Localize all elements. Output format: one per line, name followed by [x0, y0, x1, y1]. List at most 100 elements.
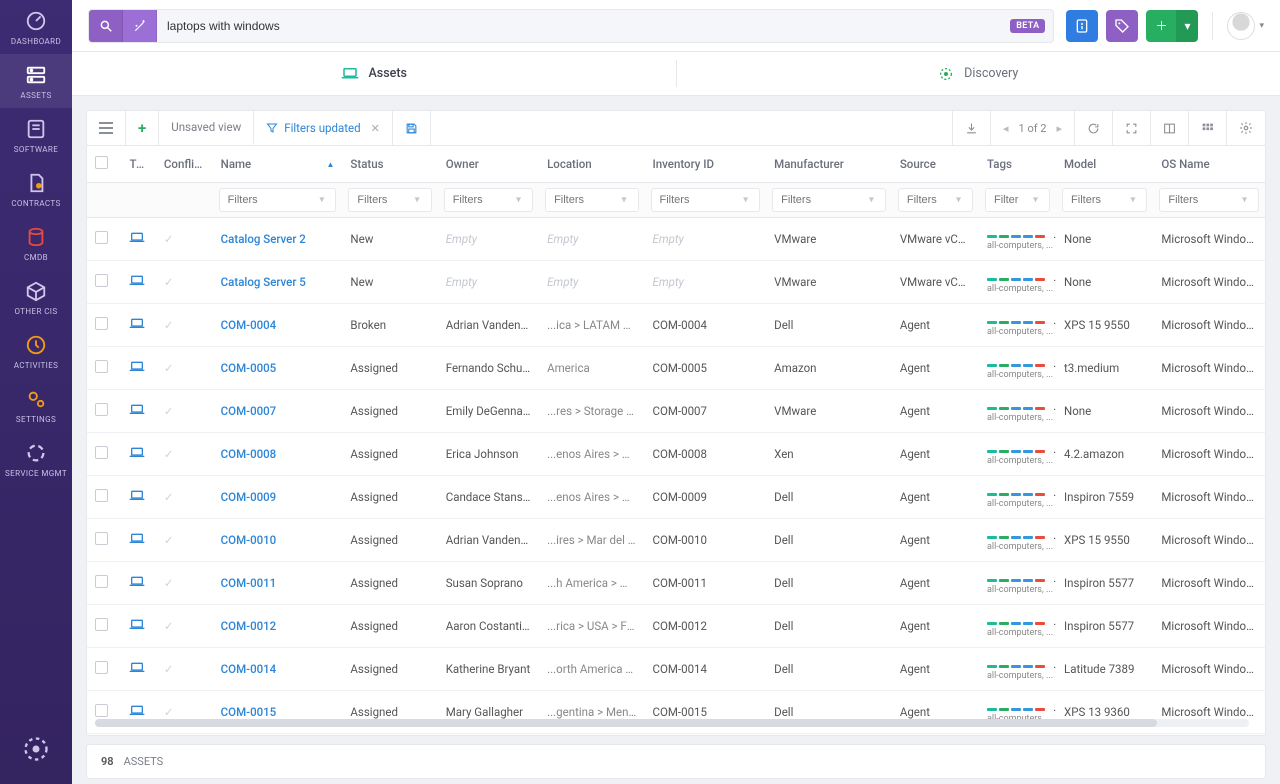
asset-name-link[interactable]: COM-0010: [221, 533, 277, 547]
laptop-icon: [129, 276, 145, 290]
cell-os: Microsoft Windows ...: [1153, 605, 1265, 648]
asset-name-link[interactable]: COM-0015: [221, 705, 277, 719]
horizontal-scrollbar[interactable]: [95, 719, 1249, 729]
search-input[interactable]: [157, 19, 1010, 33]
row-checkbox[interactable]: [95, 532, 108, 545]
cell-source: VMware vCent...: [892, 218, 979, 261]
hamburger-button[interactable]: [87, 111, 126, 145]
asset-name-link[interactable]: COM-0011: [221, 576, 277, 590]
pager-next[interactable]: ▸: [1056, 122, 1062, 135]
table-row[interactable]: ✓COM-0008AssignedErica Johnson...enos Ai…: [87, 433, 1265, 476]
cell-owner: Adrian Vandenberg: [438, 519, 539, 562]
row-checkbox[interactable]: [95, 360, 108, 373]
col-tags[interactable]: Tags: [979, 146, 1056, 183]
table-row[interactable]: ✓COM-0005AssignedFernando SchultzAmerica…: [87, 347, 1265, 390]
sidebar-item-contracts[interactable]: CONTRACTS: [0, 162, 72, 216]
table-row[interactable]: ✓COM-0010AssignedAdrian Vandenberg...ire…: [87, 519, 1265, 562]
pager-text: 1 of 2: [1019, 122, 1047, 135]
col-name[interactable]: Name▲: [213, 146, 343, 183]
col-status[interactable]: Status: [342, 146, 437, 183]
add-view-button[interactable]: +: [126, 111, 159, 145]
table-row[interactable]: ✓COM-0009AssignedCandace Stansell...enos…: [87, 476, 1265, 519]
row-checkbox[interactable]: [95, 403, 108, 416]
cell-location: ...res > Storage Room: [539, 390, 644, 433]
row-checkbox[interactable]: [95, 274, 108, 287]
table-row[interactable]: ✓COM-0014AssignedKatherine Bryant...orth…: [87, 648, 1265, 691]
save-view-button[interactable]: [393, 111, 431, 145]
asset-name-link[interactable]: COM-0005: [221, 361, 277, 375]
asset-name-link[interactable]: Catalog Server 2: [221, 232, 306, 246]
table-row[interactable]: ✓COM-0011AssignedSusan Soprano...h Ameri…: [87, 562, 1265, 605]
settings-button[interactable]: [1227, 111, 1265, 145]
laptop-icon: [129, 620, 145, 634]
row-checkbox[interactable]: [95, 489, 108, 502]
col-owner[interactable]: Owner: [438, 146, 539, 183]
tag-button[interactable]: [1106, 10, 1138, 42]
row-checkbox[interactable]: [95, 317, 108, 330]
sidebar-item-assets[interactable]: ASSETS: [0, 54, 72, 108]
grid-button[interactable]: [1189, 111, 1227, 145]
magic-wand-icon[interactable]: [123, 9, 157, 43]
subtabs: Assets Discovery: [72, 52, 1280, 96]
sidebar-item-software[interactable]: SOFTWARE: [0, 108, 72, 162]
row-checkbox[interactable]: [95, 618, 108, 631]
sidebar-item-cmdb[interactable]: CMDB: [0, 216, 72, 270]
col-os[interactable]: OS Name: [1153, 146, 1265, 183]
asset-name-link[interactable]: COM-0007: [221, 404, 277, 418]
info-button[interactable]: [1066, 10, 1098, 42]
col-type[interactable]: Type: [121, 146, 155, 183]
cell-model: None: [1056, 390, 1153, 433]
unsaved-view-tab[interactable]: Unsaved view: [159, 111, 254, 145]
table-row[interactable]: ✓COM-0007AssignedEmily DeGennaro...res >…: [87, 390, 1265, 433]
columns-button[interactable]: [1151, 111, 1189, 145]
table-row[interactable]: ✓Catalog Server 2NewEmptyEmptyEmptyVMwar…: [87, 218, 1265, 261]
filter-tags[interactable]: [985, 188, 1050, 212]
check-icon: ✓: [164, 447, 174, 461]
cell-inventory: Empty: [645, 261, 767, 304]
sidebar-item-activities[interactable]: ACTIVITIES: [0, 324, 72, 378]
asset-name-link[interactable]: COM-0009: [221, 490, 277, 504]
col-conflicts[interactable]: Conflicts: [156, 146, 213, 183]
laptop-icon: [129, 706, 145, 720]
asset-name-link[interactable]: COM-0008: [221, 447, 277, 461]
sidebar-item-dashboard[interactable]: DASHBOARD: [0, 0, 72, 54]
cell-source: Agent: [892, 605, 979, 648]
col-location[interactable]: Location: [539, 146, 644, 183]
row-checkbox[interactable]: [95, 231, 108, 244]
col-source[interactable]: Source: [892, 146, 979, 183]
asset-name-link[interactable]: COM-0014: [221, 662, 277, 676]
user-menu[interactable]: ▾: [1227, 12, 1264, 40]
download-button[interactable]: [953, 111, 991, 145]
row-checkbox[interactable]: [95, 704, 108, 717]
cell-owner: Empty: [438, 218, 539, 261]
col-model[interactable]: Model: [1056, 146, 1153, 183]
row-checkbox[interactable]: [95, 575, 108, 588]
add-button[interactable]: ＋ ▾: [1146, 10, 1198, 42]
fullscreen-button[interactable]: [1113, 111, 1151, 145]
tab-assets[interactable]: Assets: [72, 52, 676, 95]
sidebar-item-service-mgmt[interactable]: SERVICE MGMT: [0, 432, 72, 486]
search-icon[interactable]: [89, 9, 123, 43]
row-checkbox[interactable]: [95, 661, 108, 674]
tab-discovery[interactable]: Discovery: [677, 52, 1280, 95]
table-row[interactable]: ✓Catalog Server 5NewEmptyEmptyEmptyVMwar…: [87, 261, 1265, 304]
col-checkbox[interactable]: [87, 146, 121, 183]
asset-name-link[interactable]: COM-0012: [221, 619, 277, 633]
filter-source[interactable]: [898, 188, 973, 212]
table-row[interactable]: ✓COM-0016AssignedAnnette Mercier...e > U…: [87, 734, 1265, 737]
col-manufacturer[interactable]: Manufacturer: [766, 146, 892, 183]
asset-name-link[interactable]: COM-0004: [221, 318, 277, 332]
table-row[interactable]: ✓COM-0012AssignedAaron Costantino...rica…: [87, 605, 1265, 648]
filters-updated-tab[interactable]: Filters updated ✕: [254, 111, 393, 145]
col-inventory[interactable]: Inventory ID: [645, 146, 767, 183]
pager-prev[interactable]: ◂: [1003, 122, 1009, 135]
cell-status: Assigned: [342, 347, 437, 390]
cell-owner: Erica Johnson: [438, 433, 539, 476]
table-row[interactable]: ✓COM-0004BrokenAdrian Vandenberg...ica >…: [87, 304, 1265, 347]
close-icon[interactable]: ✕: [371, 122, 380, 135]
sidebar-item-settings[interactable]: SETTINGS: [0, 378, 72, 432]
row-checkbox[interactable]: [95, 446, 108, 459]
asset-name-link[interactable]: Catalog Server 5: [221, 275, 306, 289]
sidebar-item-other-cis[interactable]: OTHER CIS: [0, 270, 72, 324]
refresh-button[interactable]: [1075, 111, 1113, 145]
